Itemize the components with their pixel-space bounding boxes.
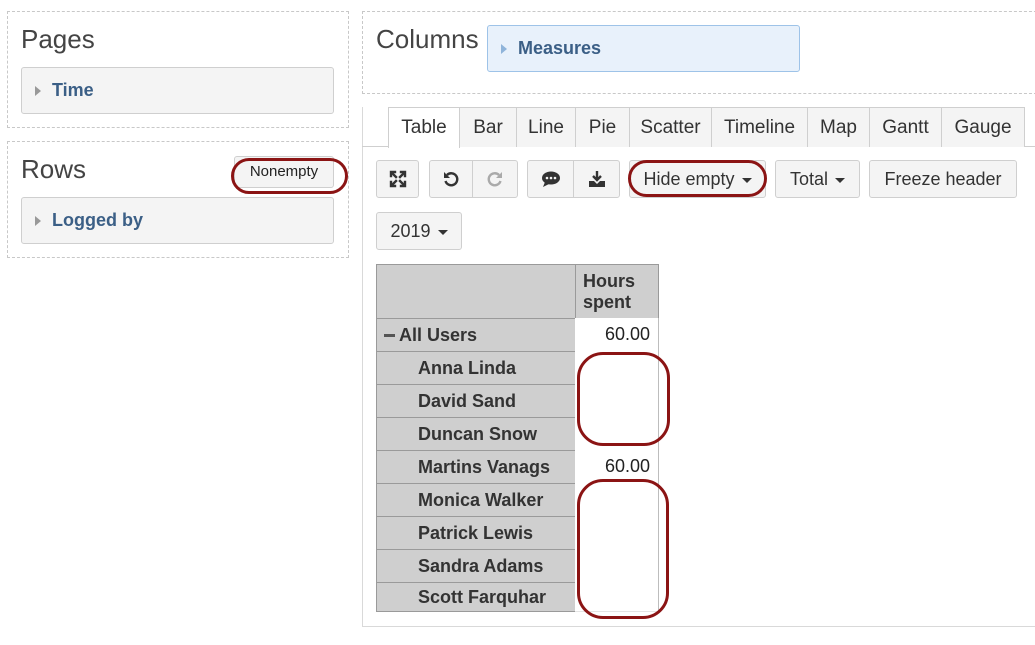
rows-dimension-logged-by[interactable]: Logged by xyxy=(21,197,334,244)
expand-icon xyxy=(389,170,406,188)
row-label: Sandra Adams xyxy=(418,555,544,576)
row-label: Scott Farquhar xyxy=(418,586,547,607)
hide-empty-dropdown[interactable]: Hide empty xyxy=(629,160,766,198)
table-cell: 60.00 xyxy=(575,450,659,484)
row-header[interactable]: Monica Walker xyxy=(376,483,576,517)
rows-title: Rows xyxy=(21,154,87,184)
row-label: Duncan Snow xyxy=(418,423,538,444)
table-cell xyxy=(575,549,659,583)
total-label: Total xyxy=(789,168,829,189)
caret-right-icon xyxy=(501,43,507,54)
column-header-line-1: Hours xyxy=(583,270,636,291)
undo-icon xyxy=(444,172,459,187)
table-cell xyxy=(575,384,659,418)
nonempty-button[interactable]: Nonempty xyxy=(234,156,334,188)
comment-icon xyxy=(541,171,560,187)
caret-right-icon xyxy=(35,85,41,96)
row-header[interactable]: Scott Farquhar xyxy=(376,582,576,612)
pages-dimension-time[interactable]: Time xyxy=(21,67,334,114)
caret-down-icon xyxy=(835,177,846,183)
row-header[interactable]: David Sand xyxy=(376,384,576,418)
row-header[interactable]: Patrick Lewis xyxy=(376,516,576,550)
undo-button[interactable] xyxy=(429,160,473,198)
download-icon xyxy=(588,171,605,187)
row-label: All Users xyxy=(399,324,478,345)
fullscreen-button[interactable] xyxy=(376,160,419,198)
caret-right-icon xyxy=(35,215,41,226)
row-header[interactable]: Anna Linda xyxy=(376,351,576,385)
redo-button[interactable] xyxy=(472,160,518,198)
rows-dimension-label: Logged by xyxy=(52,210,143,230)
hide-empty-label: Hide empty xyxy=(643,168,735,189)
year-label: 2019 xyxy=(390,220,431,241)
freeze-header-button[interactable]: Freeze header xyxy=(869,160,1017,198)
comment-button[interactable] xyxy=(527,160,574,198)
row-label: Patrick Lewis xyxy=(418,522,534,543)
row-header-all-users[interactable]: All Users xyxy=(376,318,576,352)
caret-down-icon xyxy=(741,177,752,183)
tab-line[interactable]: Line xyxy=(516,107,576,147)
tab-timeline[interactable]: Timeline xyxy=(711,107,808,147)
corner-header xyxy=(376,264,576,319)
table-cell xyxy=(575,483,659,517)
column-header-line-2: spent xyxy=(583,291,632,312)
tab-map[interactable]: Map xyxy=(807,107,870,147)
table-cell xyxy=(575,516,659,550)
tab-bar[interactable]: Bar xyxy=(459,107,517,147)
year-dropdown[interactable]: 2019 xyxy=(376,212,462,250)
row-label: Martins Vanags xyxy=(418,456,551,477)
column-header-hours-spent[interactable]: Hours spent xyxy=(575,264,659,319)
tab-pie[interactable]: Pie xyxy=(575,107,630,147)
export-button[interactable] xyxy=(573,160,620,198)
columns-title: Columns xyxy=(376,24,479,54)
row-label: David Sand xyxy=(418,390,517,411)
redo-icon xyxy=(487,172,502,187)
collapse-minus-icon[interactable] xyxy=(384,333,395,337)
tab-scatter[interactable]: Scatter xyxy=(629,107,712,147)
tab-gauge[interactable]: Gauge xyxy=(941,107,1025,147)
table-cell xyxy=(575,582,659,612)
columns-dimension-label: Measures xyxy=(518,38,602,58)
caret-down-icon xyxy=(437,229,448,235)
row-header[interactable]: Sandra Adams xyxy=(376,549,576,583)
tab-gantt[interactable]: Gantt xyxy=(869,107,942,147)
view-tabs: Table Bar Line Pie Scatter Timeline Map … xyxy=(388,107,1025,148)
tab-table[interactable]: Table xyxy=(388,107,460,148)
columns-dimension-measures[interactable]: Measures xyxy=(487,25,800,72)
row-label: Anna Linda xyxy=(418,357,516,378)
pages-dimension-label: Time xyxy=(52,80,94,100)
total-dropdown[interactable]: Total xyxy=(775,160,860,198)
table-cell: 60.00 xyxy=(575,318,659,352)
pages-title: Pages xyxy=(21,24,95,54)
table-cell xyxy=(575,417,659,451)
row-header[interactable]: Duncan Snow xyxy=(376,417,576,451)
row-label: Monica Walker xyxy=(418,489,544,510)
table-cell xyxy=(575,351,659,385)
row-header[interactable]: Martins Vanags xyxy=(376,450,576,484)
